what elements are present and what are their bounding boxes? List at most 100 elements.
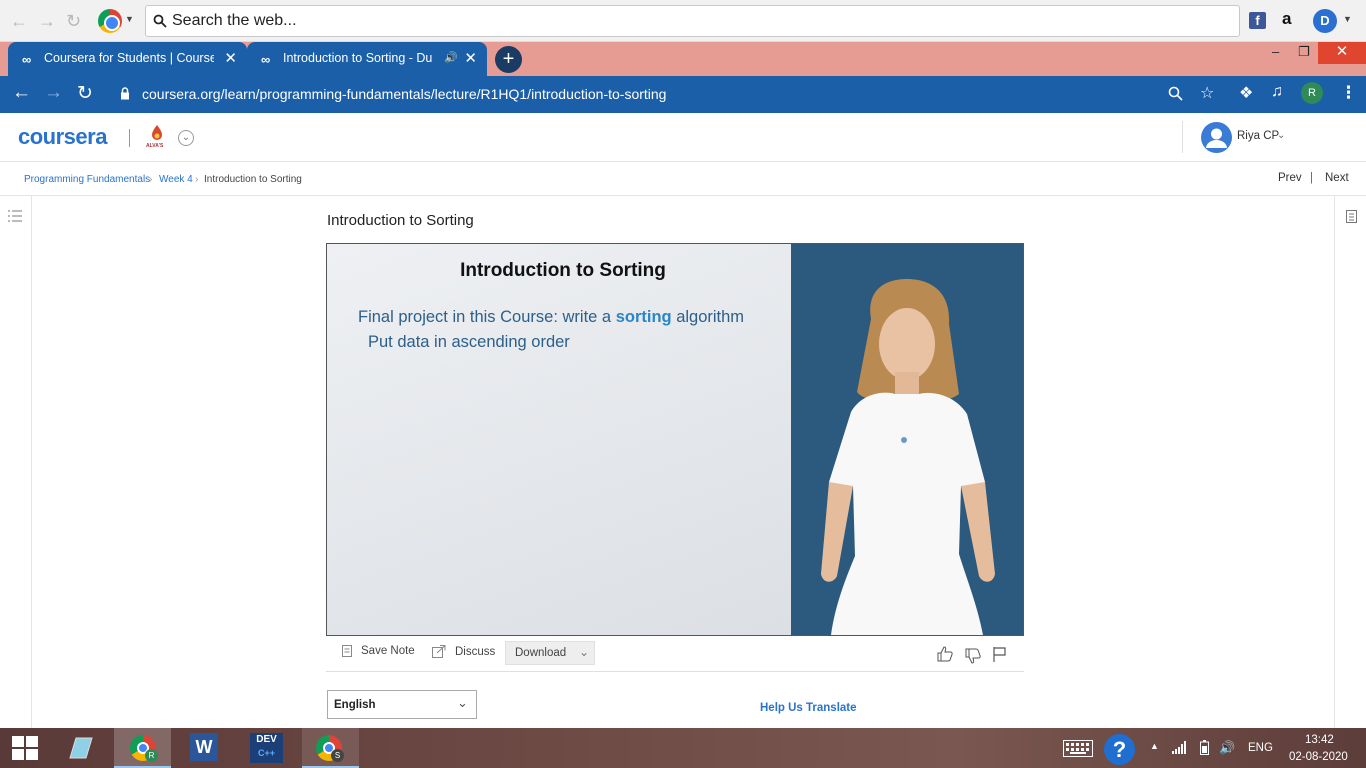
slide-bullet: Final project in this Course: write a so… (358, 308, 744, 327)
windows-start-icon[interactable] (12, 736, 38, 760)
extensions-puzzle-icon[interactable]: ❖ (1239, 83, 1253, 103)
chevron-down-icon[interactable]: ⌄ (178, 130, 194, 146)
tab-strip: ∞ Coursera for Students | Coursera ✕ ∞ I… (0, 42, 1366, 76)
coursera-header: coursera ALVA'S ⌄ Riya CP ⌄ (0, 113, 1366, 162)
url-text[interactable]: coursera.org/learn/programming-fundament… (142, 86, 666, 102)
facebook-icon[interactable]: f (1249, 12, 1266, 29)
chevron-right-icon: › (195, 174, 199, 185)
lecture-slide: Introduction to Sorting Final project in… (327, 244, 791, 635)
extension-d-icon[interactable]: D (1313, 9, 1337, 33)
next-link[interactable]: Next (1325, 172, 1349, 184)
zoom-icon[interactable] (1168, 86, 1183, 101)
network-signal-icon[interactable] (1172, 741, 1186, 754)
lecture-tools: Save Note Discuss Download ⌄ (326, 640, 1024, 672)
coursera-favicon-icon: ∞ (22, 52, 32, 67)
lock-icon[interactable] (120, 87, 130, 100)
bookmark-star-icon[interactable]: ☆ (1200, 83, 1214, 103)
battery-icon[interactable] (1200, 740, 1209, 755)
clock-time[interactable]: 13:42 (1305, 734, 1334, 746)
new-tab-button[interactable]: + (495, 46, 522, 73)
help-icon[interactable]: ? (1104, 734, 1135, 765)
profile-badge: S (331, 749, 344, 762)
profile-avatar[interactable]: R (1301, 82, 1323, 104)
coursera-favicon-icon: ∞ (261, 52, 271, 67)
slide-sub-bullet: Put data in ascending order (368, 333, 570, 351)
presenter-figure (821, 279, 995, 635)
input-language[interactable]: ENG (1248, 742, 1273, 754)
language-selected: English (334, 699, 376, 711)
breadcrumb-week[interactable]: Week 4 (159, 174, 193, 185)
address-bar: ← → ↻ coursera.org/learn/programming-fun… (0, 76, 1366, 113)
user-avatar[interactable] (1201, 122, 1232, 153)
breadcrumb: Programming Fundamentals › Week 4 › Intr… (0, 162, 1366, 196)
forward-arrow-icon[interactable]: → (44, 82, 63, 104)
search-toolbar: ← → ↻ ▼ Search the web... f a D ▼ (0, 0, 1366, 42)
audio-playing-icon[interactable]: 🔊 (444, 51, 458, 64)
volume-icon[interactable]: 🔊 (1219, 740, 1235, 756)
prev-link[interactable]: Prev (1278, 172, 1302, 184)
profile-badge: R (145, 749, 158, 762)
like-icon[interactable] (937, 646, 953, 662)
search-icon (153, 14, 167, 28)
close-tab-icon[interactable]: ✕ (464, 49, 477, 67)
amazon-icon[interactable]: a (1282, 9, 1291, 29)
taskbar-chrome-secondary[interactable]: S (302, 728, 359, 768)
word-app-icon[interactable]: W (190, 733, 218, 761)
close-window-button[interactable]: ✕ (1318, 42, 1366, 64)
web-search-input[interactable]: Search the web... (145, 5, 1240, 37)
devcpp-app-icon[interactable]: DEV C++ (250, 733, 283, 763)
dislike-icon[interactable] (965, 648, 981, 664)
university-emblem-text: ALVA'S (146, 143, 164, 149)
forward-arrow-icon[interactable]: → (38, 11, 56, 32)
chevron-down-icon[interactable]: ▼ (1343, 14, 1352, 24)
close-tab-icon[interactable]: ✕ (224, 49, 237, 67)
clock-date[interactable]: 02-08-2020 (1289, 751, 1348, 763)
reload-icon[interactable]: ↻ (77, 82, 93, 105)
discuss-button[interactable]: Discuss (455, 646, 495, 658)
flag-icon[interactable] (993, 647, 1006, 662)
presenter-video (791, 244, 1023, 635)
chevron-down-icon: ⌄ (457, 695, 468, 710)
touch-keyboard-icon[interactable] (1063, 740, 1093, 757)
reload-icon[interactable]: ↻ (66, 11, 81, 32)
download-label: Download (515, 647, 567, 659)
user-icon (1206, 128, 1227, 148)
help-translate-link[interactable]: Help Us Translate (760, 702, 857, 714)
chevron-down-icon: ⌄ (579, 645, 590, 659)
notepad-app-icon[interactable] (66, 734, 94, 762)
notes-icon[interactable] (1346, 210, 1357, 223)
university-emblem-icon (152, 125, 162, 140)
breadcrumb-current: Introduction to Sorting (204, 174, 302, 185)
save-note-button[interactable]: Save Note (361, 645, 415, 657)
subtitle-language-select[interactable]: English ⌄ (327, 690, 477, 719)
minimize-icon[interactable]: – (1272, 44, 1279, 59)
header-divider (129, 129, 130, 147)
more-menu-icon[interactable]: ⋮ (1340, 83, 1357, 103)
university-emblem[interactable]: ALVA'S (146, 124, 168, 150)
show-hidden-icons-icon[interactable]: ▲ (1150, 741, 1159, 751)
back-arrow-icon[interactable]: ← (12, 82, 31, 104)
slide-bullet-emphasis: sorting (615, 308, 672, 326)
header-divider (1182, 121, 1183, 153)
chevron-right-icon: › (149, 174, 153, 185)
nav-separator: | (1310, 172, 1313, 184)
video-player[interactable]: Introduction to Sorting Final project in… (326, 243, 1024, 636)
breadcrumb-course[interactable]: Programming Fundamentals (24, 174, 150, 185)
chevron-down-icon[interactable]: ▼ (125, 14, 134, 24)
taskbar-chrome-active[interactable]: R (114, 728, 171, 768)
back-arrow-icon[interactable]: ← (10, 11, 28, 32)
download-dropdown[interactable]: Download ⌄ (505, 641, 595, 665)
slide-bullet-text: Final project in this Course: write a (358, 308, 616, 326)
tab-coursera-students[interactable]: ∞ Coursera for Students | Coursera ✕ (8, 42, 247, 76)
search-placeholder: Search the web... (172, 12, 297, 29)
restore-icon[interactable]: ❐ (1298, 44, 1310, 60)
outline-list-icon[interactable] (8, 210, 22, 222)
save-note-icon (342, 645, 352, 657)
tab-introduction-to-sorting[interactable]: ∞ Introduction to Sorting - Duk 🔊 ✕ (247, 42, 487, 76)
chevron-down-icon[interactable]: ⌄ (1277, 130, 1285, 141)
coursera-logo[interactable]: coursera (18, 124, 107, 150)
chrome-logo-icon[interactable] (98, 9, 122, 33)
user-name[interactable]: Riya CP (1237, 130, 1279, 142)
tab-label: Introduction to Sorting - Duk (283, 51, 433, 65)
media-control-icon[interactable]: ♫ (1271, 83, 1283, 101)
